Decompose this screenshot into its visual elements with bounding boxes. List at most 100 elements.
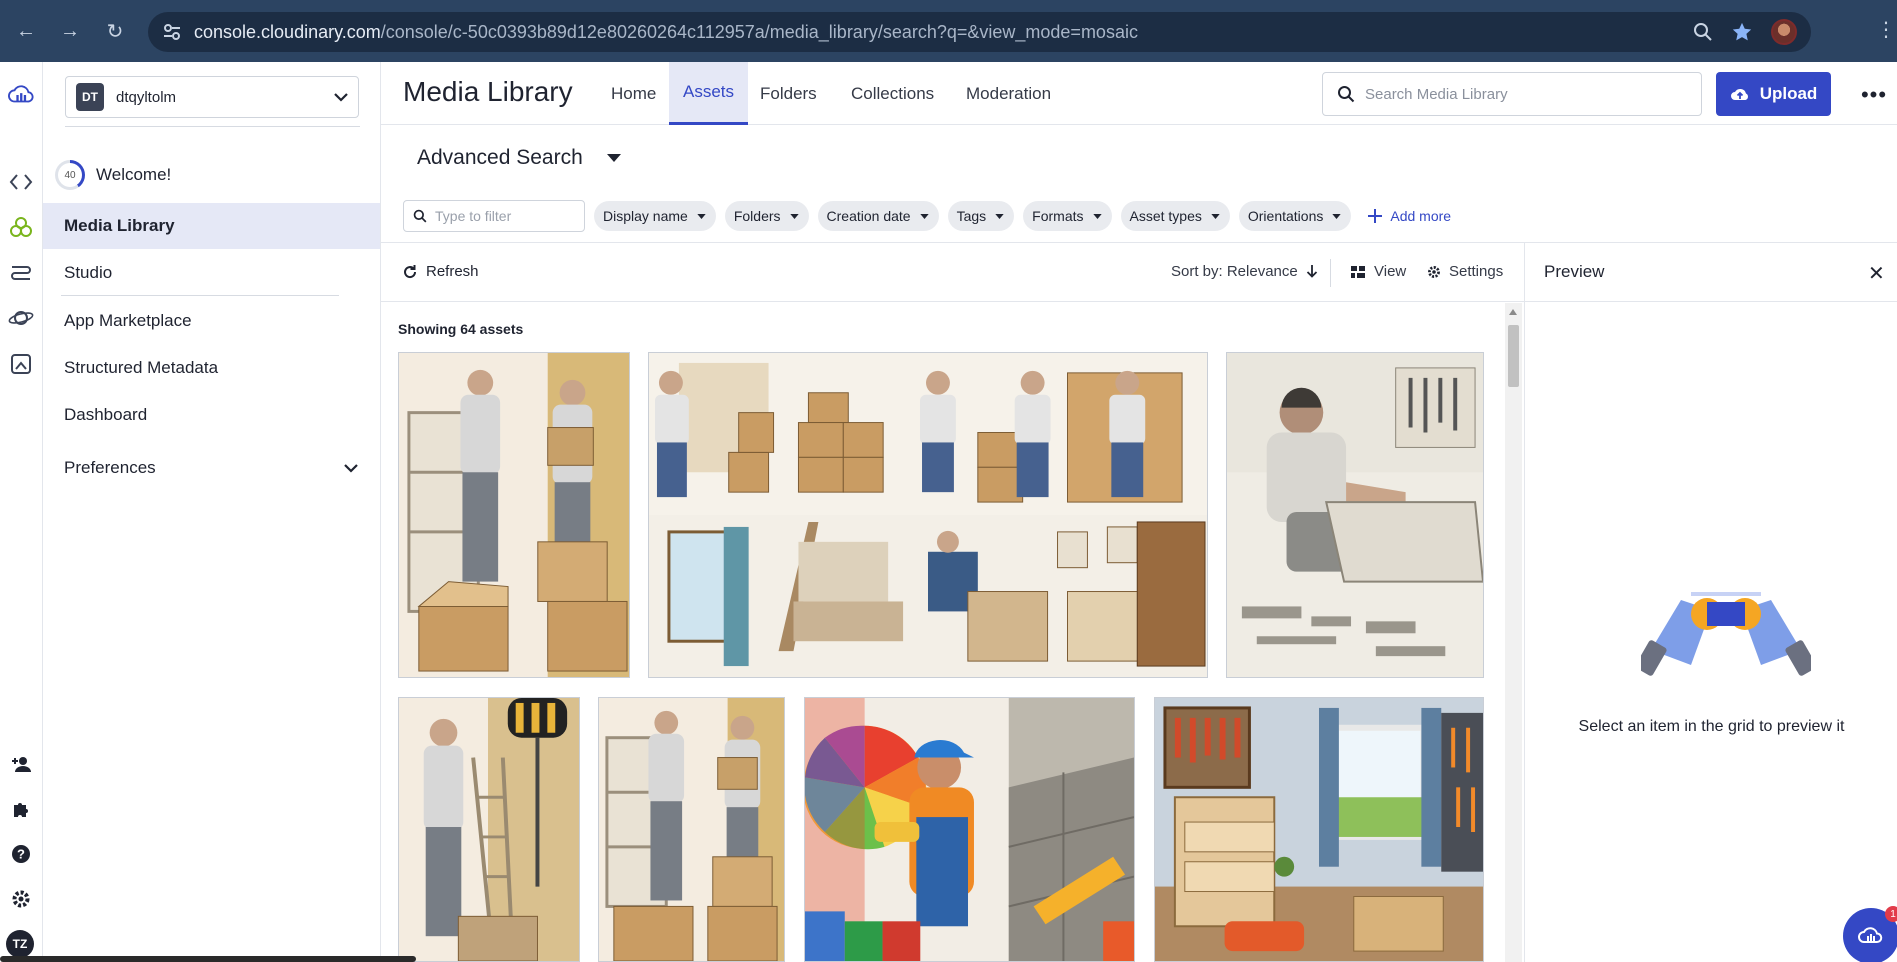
settings-button[interactable]: Settings [1427,263,1503,280]
close-icon[interactable]: ✕ [1868,261,1885,286]
asset-thumbnail [1155,698,1483,961]
sort-dropdown[interactable]: Sort by: Relevance [1171,263,1318,280]
add-more-filters-button[interactable]: Add more [1368,208,1451,224]
planet-icon[interactable] [8,305,34,331]
upload-button[interactable]: Upload [1716,72,1831,116]
transform-icon[interactable] [8,351,34,377]
chip-label: Formats [1032,208,1084,224]
forward-icon[interactable]: → [52,13,88,49]
product-rail: ? TZ [0,62,43,962]
search-icon [1338,86,1355,103]
welcome-item[interactable]: 40 Welcome! [55,158,171,192]
help-icon[interactable]: ? [8,841,34,867]
tab-moderation[interactable]: Moderation [952,62,1065,125]
sidebar-item-studio[interactable]: Studio [43,250,380,296]
puzzle-icon[interactable] [8,796,34,822]
advanced-search-dropdown[interactable]: Advanced Search [417,146,621,170]
cloud-upload-icon [1730,89,1748,100]
filter-chip-display-name[interactable]: Display name [594,201,716,231]
cloudinary-logo-icon[interactable] [8,82,34,108]
filter-chip-tags[interactable]: Tags [947,201,1015,231]
caret-down-icon [789,213,799,219]
grid-scrollbar[interactable] [1505,303,1522,962]
cloud-badge: DT [76,83,104,111]
add-user-icon[interactable] [8,751,34,777]
asset-thumbnail [805,698,1134,961]
tab-home[interactable]: Home [597,62,670,125]
page-title: Media Library [403,76,573,107]
search-icon [413,209,427,223]
zoom-icon[interactable] [1693,22,1713,42]
filter-chip-formats[interactable]: Formats [1023,201,1112,231]
asset-thumbnail [399,698,579,961]
type-to-filter-input[interactable]: Type to filter [403,200,585,232]
chevron-down-icon [344,463,358,473]
site-settings-icon[interactable] [162,22,182,42]
advanced-search-title: Advanced Search [417,146,583,169]
filter-chip-orientations[interactable]: Orientations [1238,201,1352,231]
browser-toolbar: ← → ↻ console.cloudinary.com/console/c-5… [0,0,1897,62]
toolbar-divider [1330,259,1331,287]
sidebar-item-dashboard[interactable]: Dashboard [43,392,380,438]
sidebar: DT dtqyltolm 40 Welcome! Media Library S… [43,62,381,962]
tab-collections[interactable]: Collections [837,62,948,125]
code-brackets-icon[interactable] [8,169,34,195]
refresh-button[interactable]: Refresh [402,263,479,280]
tab-assets[interactable]: Assets [669,62,749,125]
user-avatar[interactable]: TZ [6,930,34,958]
horizontal-scroll-indicator [0,956,416,962]
filter-chip-asset-types[interactable]: Asset types [1120,201,1230,231]
tab-label: Home [611,83,657,103]
asset-thumbnail [399,353,629,677]
tab-folders[interactable]: Folders [746,62,831,125]
asset-tile[interactable] [648,352,1208,678]
asset-tile[interactable] [1226,352,1484,678]
sidebar-item-app-marketplace[interactable]: App Marketplace [43,298,380,344]
binoculars-hands-icon [1641,592,1811,676]
preview-panel: Preview ✕ Select an item in the grid to … [1524,242,1897,962]
view-button[interactable]: View [1351,263,1406,280]
sidebar-item-label: Studio [64,263,113,282]
tab-label: Collections [851,83,935,103]
asset-tile[interactable] [398,697,580,962]
url-host: console.cloudinary.com [194,21,381,42]
reload-icon[interactable]: ↻ [97,13,133,49]
settings-label: Settings [1449,263,1504,280]
search-input[interactable] [1365,85,1665,103]
sidebar-item-preferences[interactable]: Preferences [43,445,380,491]
preview-title: Preview [1544,262,1605,281]
video-icon[interactable] [8,259,34,285]
gear-icon[interactable] [8,886,34,912]
notification-badge: 1 [1885,906,1897,922]
profile-avatar[interactable] [1771,19,1797,45]
chip-label: Orientations [1247,208,1324,224]
filter-chip-creation-date[interactable]: Creation date [817,201,939,231]
back-icon[interactable]: ← [8,13,44,49]
cloud-selector[interactable]: DT dtqyltolm [65,76,359,118]
filter-chip-folders[interactable]: Folders [724,201,809,231]
chip-label: Asset types [1129,208,1202,224]
caret-down-icon [1211,213,1220,219]
sidebar-item-media-library[interactable]: Media Library [43,203,380,249]
browser-menu-icon[interactable]: ⋮ [1876,20,1896,40]
asset-tile[interactable] [598,697,785,962]
address-bar[interactable]: console.cloudinary.com/console/c-50c0393… [148,12,1811,52]
chip-label: Folders [733,208,781,224]
sidebar-item-structured-metadata[interactable]: Structured Metadata [43,345,380,391]
sidebar-item-label: Dashboard [64,405,148,424]
asset-thumbnail [1227,353,1483,677]
tab-label: Folders [760,83,817,103]
asset-tile[interactable] [398,352,630,678]
caret-down-icon [995,213,1004,219]
scroll-thumb[interactable] [1508,325,1519,387]
scroll-up-arrow-icon[interactable] [1509,309,1517,315]
more-options-icon[interactable]: ••• [1859,80,1889,110]
assets-icon[interactable] [8,214,34,240]
asset-tile[interactable] [804,697,1135,962]
bookmark-star-icon[interactable] [1731,21,1753,43]
cloud-name: dtqyltolm [116,88,177,106]
asset-tile[interactable] [1154,697,1484,962]
arrow-down-icon [1306,265,1317,278]
asset-thumbnail [649,353,1207,677]
search-media-library[interactable] [1322,72,1702,116]
